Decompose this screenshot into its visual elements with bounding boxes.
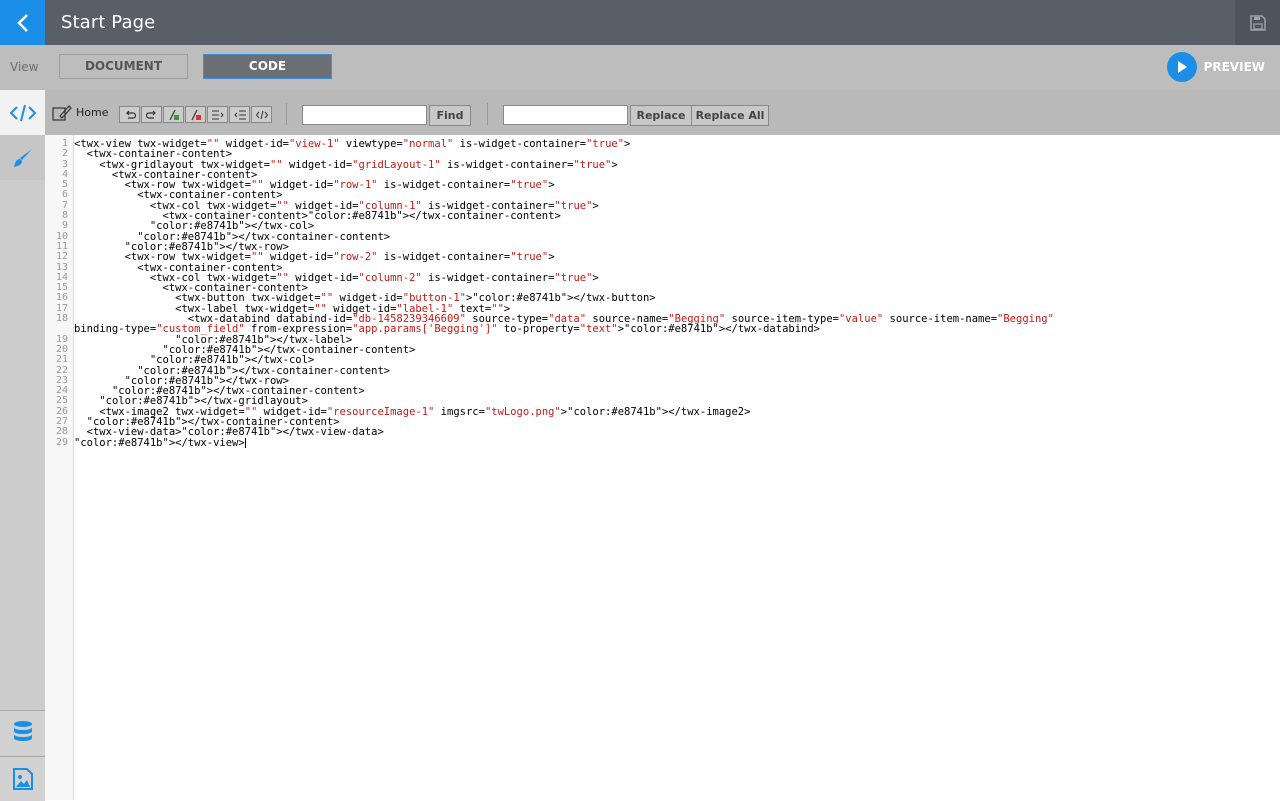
code-editor[interactable]: 1 <twx-view twx-widget="" widget-id="view… [45,135,1280,800]
home-button[interactable]: Home [52,90,108,135]
home-label: Home [76,106,109,119]
back-button[interactable] [0,0,45,45]
edit-tool-group [119,106,273,125]
redo-icon [145,110,156,119]
indent-button[interactable] [207,106,228,123]
edit-icon [52,104,72,121]
code-icon [9,104,36,121]
sidebar [0,90,45,801]
view-label: View [10,60,39,74]
replace-button[interactable]: Replace [630,105,692,126]
code-line: 1 <twx-view twx-widget="" widget-id="view… [62,138,1274,149]
chevron-left-icon [16,13,28,32]
text-cursor [244,437,246,448]
preview-label: PREVIEW [1203,60,1265,74]
paintbrush-icon [13,148,32,167]
sidebar-item-style[interactable] [0,135,45,180]
toolbar-divider [286,103,287,125]
redo-button[interactable] [141,106,162,123]
undo-icon [125,110,136,119]
outdent-icon [233,110,246,119]
view-bar: View DOCUMENT CODE PREVIEW [0,45,1280,90]
database-icon [13,721,32,741]
replace-input[interactable] [503,105,628,125]
code-area[interactable]: 1 <twx-view twx-widget="" widget-id="view… [56,138,1274,449]
undo-button[interactable] [119,106,140,123]
code-line-text: <twx-databind databind-id="db-1458239346… [74,313,1054,336]
comment-add-icon [168,109,179,120]
sidebar-item-media[interactable] [0,756,45,801]
top-bar: Start Page [0,0,1280,45]
uncomment-button[interactable] [185,106,206,123]
tab-code[interactable]: CODE [203,54,332,79]
code-line: 29 "color:#e8741b"></twx-view> [56,436,1274,449]
comment-remove-icon [190,109,201,120]
play-icon [1166,52,1197,82]
replace-all-button[interactable]: Replace All [691,105,769,126]
code-tag-icon [255,110,268,119]
find-button[interactable]: Find [429,105,471,126]
line-number: 18 [55,313,68,325]
comment-button[interactable] [163,106,184,123]
image-icon [12,768,33,790]
tab-document[interactable]: DOCUMENT [59,54,188,79]
page-title: Start Page [61,12,156,33]
code-line: 28 <twx-view-data>"color:#e8741b"></twx-… [56,427,1274,438]
line-number: 21 [55,354,68,366]
sidebar-item-data[interactable] [0,710,45,755]
save-icon [1249,14,1266,31]
outdent-button[interactable] [229,106,250,123]
preview-button[interactable]: PREVIEW [1166,52,1265,82]
toolbar-divider [487,103,488,125]
save-button[interactable] [1235,0,1280,45]
code-line: 18 <twx-databind databind-id="db-1458239… [56,313,1274,336]
code-line-text: "color:#e8741b"></twx-view> [74,436,245,449]
find-input[interactable] [302,105,427,125]
editor-toolbar: Home Find Replace Replace All [45,90,1280,135]
line-number: 29 [55,436,68,448]
indent-icon [211,110,224,119]
sidebar-item-code[interactable] [0,90,45,135]
format-code-button[interactable] [251,106,272,123]
